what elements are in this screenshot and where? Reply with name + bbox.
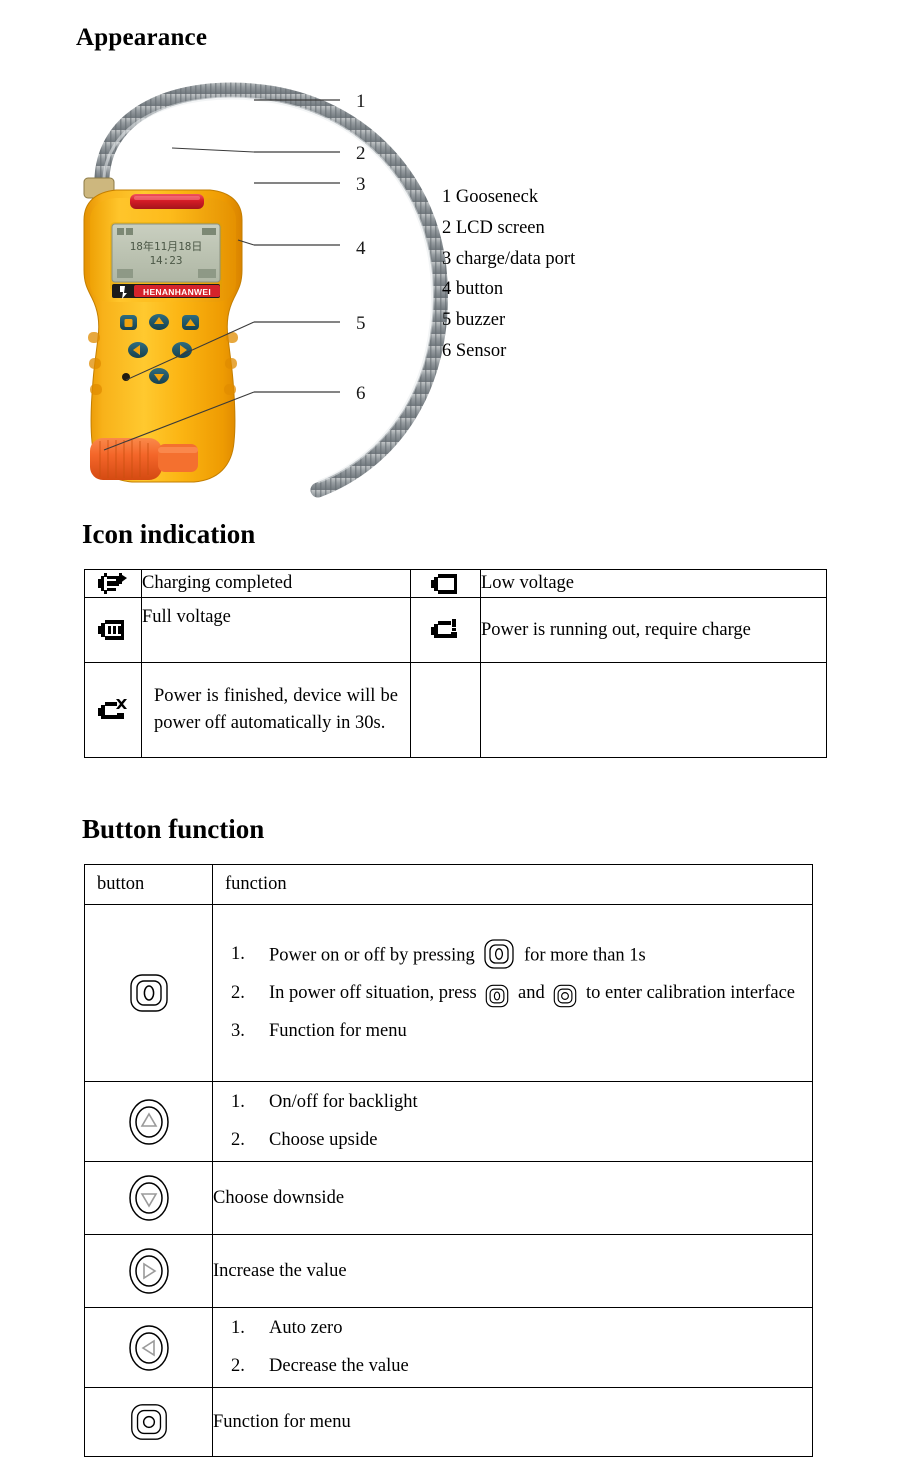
callout-number-5: 5 — [356, 313, 366, 334]
function-list: Power on or off by pressing for more tha… — [213, 937, 812, 1050]
button-icon-cell — [84, 1081, 213, 1162]
section-title-button-function: Button function — [82, 814, 265, 844]
button-icon-cell — [84, 1161, 213, 1235]
function-text-middle: and — [518, 983, 545, 1004]
arrow-down-button-icon — [126, 1173, 172, 1223]
icon-description: Power is finished, device will be power … — [141, 662, 411, 758]
icon-cell — [84, 597, 142, 663]
legend-item-4: 4 button — [442, 279, 504, 300]
table-row: Power on or off by pressing for more tha… — [84, 904, 813, 1082]
function-item: Power on or off by pressing for more tha… — [213, 937, 798, 974]
table-row: Power is finished, device will be power … — [84, 662, 827, 758]
function-text-suffix: to enter calibration interface — [585, 983, 796, 1004]
button-icon-cell — [84, 904, 213, 1082]
icon-indication-table: Charging completed Low voltage Full volt… — [84, 569, 827, 758]
legend-item-2: 2 LCD screen — [442, 217, 545, 238]
power-button-icon — [484, 983, 510, 1009]
svg-text:18年11月18日: 18年11月18日 — [130, 239, 203, 253]
battery-charging-complete-icon — [98, 572, 128, 595]
svg-text:HENANHANWEI: HENANHANWEI — [143, 287, 211, 297]
button-icon-cell — [84, 1307, 213, 1388]
arrow-right-button-icon — [126, 1246, 172, 1296]
callout-number-4: 4 — [356, 238, 366, 259]
column-header-button: button — [84, 864, 213, 905]
legend-item-1: 1 Gooseneck — [442, 187, 539, 207]
table-header-row: button function — [84, 864, 813, 905]
callout-number-2: 2 — [356, 143, 366, 164]
function-list: On/off for backlight Choose upside — [213, 1085, 812, 1158]
arrow-up-button-icon — [126, 1097, 172, 1147]
icon-description: Charging completed — [141, 569, 411, 598]
table-row: Auto zero Decrease the value — [84, 1307, 813, 1388]
battery-warning-icon — [430, 619, 461, 641]
table-row: Full voltage Power is running out, requi… — [84, 597, 827, 663]
button-function-cell: On/off for backlight Choose upside — [212, 1081, 813, 1162]
callout-number-6: 6 — [356, 383, 366, 404]
arrow-left-button-icon — [126, 1323, 172, 1373]
legend-item-3: 3 charge/data port — [442, 248, 576, 269]
power-button-icon — [482, 937, 516, 971]
button-function-cell: Increase the value — [212, 1234, 813, 1308]
section-title-icon-indication: Icon indication — [82, 519, 256, 549]
function-text-prefix: In power off situation, press — [269, 983, 477, 1004]
icon-description: Low voltage — [480, 569, 827, 598]
icon-description: Power is running out, require charge — [480, 597, 827, 663]
table-row: Increase the value — [84, 1234, 813, 1308]
menu-button-icon — [127, 1400, 171, 1444]
column-header-function: function — [212, 864, 813, 905]
table-row: Choose downside — [84, 1161, 813, 1235]
battery-empty-icon — [98, 699, 128, 721]
svg-text:14:23: 14:23 — [149, 254, 182, 267]
table-row: Charging completed Low voltage — [84, 569, 827, 598]
button-function-cell: Auto zero Decrease the value — [212, 1307, 813, 1388]
battery-low-icon — [430, 573, 461, 594]
icon-description-empty — [480, 662, 827, 758]
button-function-cell: Function for menu — [212, 1387, 813, 1457]
appearance-figure: 18年11月18日 14:23 HENANHANWEI 1 2 3 4 5 6 — [62, 70, 682, 500]
button-icon-cell — [84, 1387, 213, 1457]
table-row: Function for menu — [84, 1387, 813, 1457]
legend-item-5: 5 buzzer — [442, 310, 506, 331]
function-list: Auto zero Decrease the value — [213, 1311, 812, 1384]
power-button-icon — [126, 970, 172, 1016]
callout-number-1: 1 — [356, 91, 366, 112]
figure-legend: 1 Gooseneck 2 LCD screen 3 charge/data p… — [442, 182, 575, 367]
function-item: In power off situation, press and to ent… — [213, 976, 798, 1011]
battery-full-icon — [98, 620, 128, 641]
button-function-table: button function Power on or off by press… — [84, 864, 813, 1457]
legend-item-6: 6 Sensor — [442, 340, 507, 361]
function-item: Decrease the value — [231, 1349, 409, 1384]
function-item: Function for menu — [231, 1014, 407, 1049]
button-function-cell: Power on or off by pressing for more tha… — [212, 904, 813, 1082]
button-function-cell: Choose downside — [212, 1161, 813, 1235]
menu-button-icon — [552, 983, 578, 1009]
icon-cell — [410, 569, 481, 598]
function-item: Auto zero — [231, 1311, 343, 1346]
page-title-appearance: Appearance — [76, 24, 208, 51]
button-icon-cell — [84, 1234, 213, 1308]
function-text-suffix: for more than 1s — [523, 945, 646, 966]
icon-cell-empty — [410, 662, 481, 758]
icon-cell — [84, 662, 142, 758]
icon-cell — [84, 569, 142, 598]
icon-description: Full voltage — [141, 597, 411, 663]
callout-number-3: 3 — [356, 174, 366, 195]
function-text-prefix: Power on or off by pressing — [269, 945, 475, 966]
icon-cell — [410, 597, 481, 663]
table-row: On/off for backlight Choose upside — [84, 1081, 813, 1162]
function-item: Choose upside — [231, 1123, 378, 1158]
function-item: On/off for backlight — [231, 1085, 418, 1120]
